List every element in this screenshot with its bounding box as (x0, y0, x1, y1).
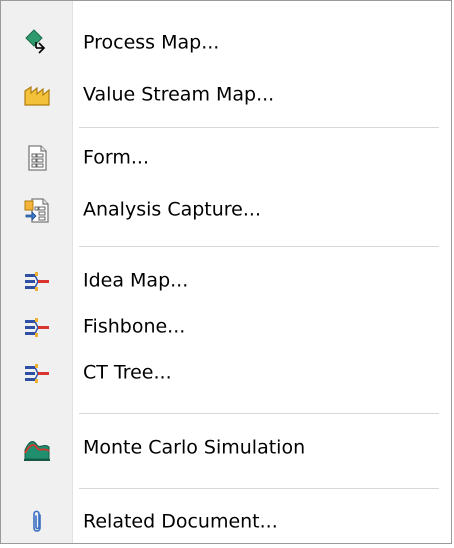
ct-tree-icon (20, 356, 54, 390)
menu-separator (79, 127, 439, 128)
menu-item-form[interactable]: Form... (1, 132, 453, 184)
menu-item-related-document[interactable]: Related Document... (1, 496, 453, 548)
idea-map-icon (20, 264, 54, 298)
analysis-capture-icon (20, 193, 54, 227)
menu-item-fishbone[interactable]: Fishbone... (1, 301, 453, 353)
menu-separator (79, 246, 439, 247)
menu-item-label: Analysis Capture... (83, 198, 261, 221)
menu-item-analysis-capture[interactable]: Analysis Capture... (1, 184, 453, 236)
menu-separator (79, 413, 439, 414)
process-map-icon (20, 26, 54, 60)
menu-item-label: Related Document... (83, 510, 278, 533)
fishbone-icon (20, 310, 54, 344)
monte-carlo-icon (20, 431, 54, 465)
menu-item-label: Value Stream Map... (83, 83, 275, 106)
menu-item-label: Form... (83, 146, 149, 169)
menu-item-monte-carlo-simulation[interactable]: Monte Carlo Simulation (1, 422, 453, 474)
value-stream-map-icon (20, 78, 54, 112)
menu-item-process-map[interactable]: Process Map... (1, 17, 453, 69)
form-icon (20, 141, 54, 175)
menu-item-label: Idea Map... (83, 269, 189, 292)
context-menu: Process Map... Value Stream Map... Form.… (0, 0, 452, 544)
menu-item-label: Fishbone... (83, 315, 186, 338)
paperclip-icon (20, 505, 54, 539)
menu-item-idea-map[interactable]: Idea Map... (1, 255, 453, 307)
menu-separator (79, 488, 439, 489)
menu-item-ct-tree[interactable]: CT Tree... (1, 347, 453, 399)
menu-item-label: CT Tree... (83, 361, 172, 384)
menu-item-label: Process Map... (83, 31, 220, 54)
menu-item-value-stream-map[interactable]: Value Stream Map... (1, 69, 453, 121)
menu-item-label: Monte Carlo Simulation (83, 436, 306, 459)
